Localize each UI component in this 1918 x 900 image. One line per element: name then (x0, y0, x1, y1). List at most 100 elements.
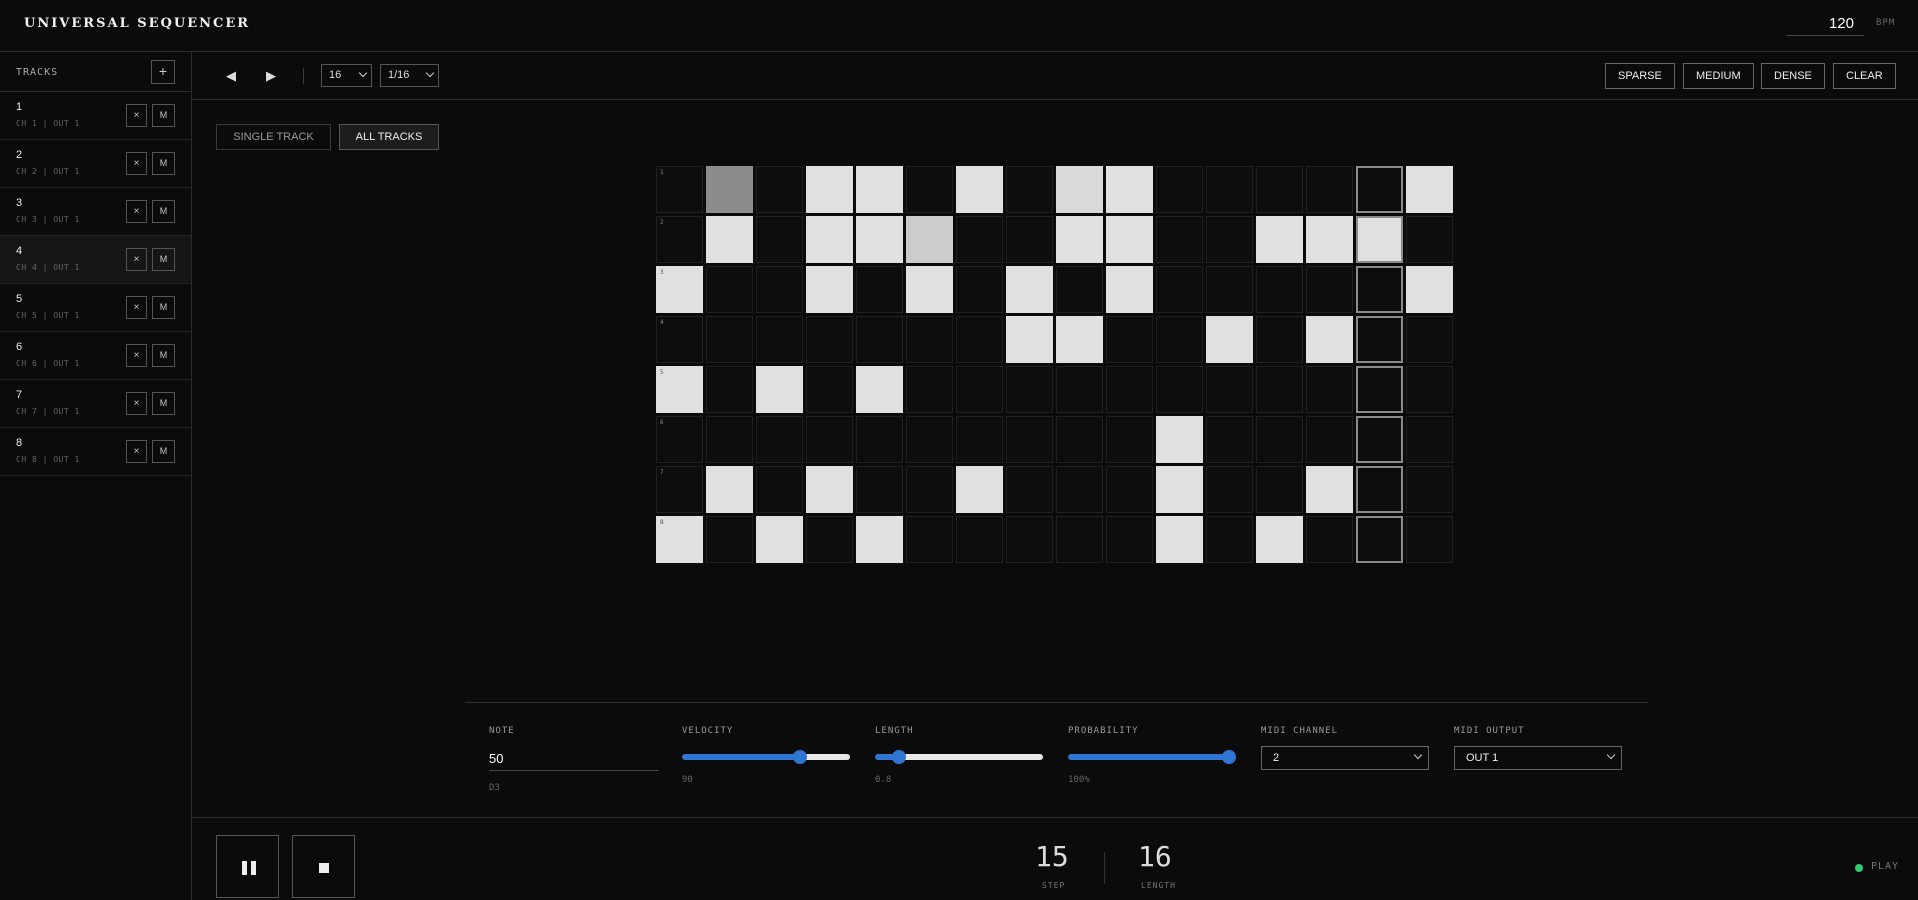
step-cell[interactable]: 1 (656, 166, 703, 213)
mute-track-button[interactable]: M (152, 200, 175, 223)
step-cell[interactable] (1256, 316, 1303, 363)
step-cell[interactable] (706, 466, 753, 513)
step-cell[interactable] (1406, 316, 1453, 363)
mute-track-button[interactable]: M (152, 104, 175, 127)
step-cell[interactable] (956, 316, 1003, 363)
step-cell[interactable] (956, 466, 1003, 513)
step-cell[interactable] (856, 366, 903, 413)
step-cell[interactable] (706, 516, 753, 563)
step-cell[interactable] (756, 166, 803, 213)
slider-thumb[interactable] (892, 750, 906, 764)
probability-slider[interactable] (1068, 750, 1236, 764)
step-cell[interactable] (1306, 216, 1353, 263)
step-cell[interactable] (1056, 316, 1103, 363)
step-cell[interactable] (1356, 266, 1403, 313)
step-cell[interactable] (1256, 266, 1303, 313)
step-cell[interactable] (1356, 466, 1403, 513)
step-cell[interactable] (906, 516, 953, 563)
step-cell[interactable] (1406, 216, 1453, 263)
step-cell[interactable] (856, 266, 903, 313)
step-cell[interactable] (806, 166, 853, 213)
step-cell[interactable] (1206, 466, 1253, 513)
add-track-button[interactable]: + (151, 60, 175, 84)
track-row[interactable]: 1 CH 1 | OUT 1 × M (0, 92, 191, 140)
step-cell[interactable] (1356, 366, 1403, 413)
step-cell[interactable] (1406, 516, 1453, 563)
prev-step-button[interactable]: ◀ (221, 66, 241, 86)
step-cell[interactable]: 6 (656, 416, 703, 463)
step-cell[interactable] (1206, 166, 1253, 213)
step-cell[interactable] (706, 366, 753, 413)
step-cell[interactable] (756, 416, 803, 463)
step-cell[interactable] (906, 216, 953, 263)
mute-track-button[interactable]: M (152, 344, 175, 367)
delete-track-button[interactable]: × (126, 392, 147, 415)
step-cell[interactable] (1106, 366, 1153, 413)
delete-track-button[interactable]: × (126, 248, 147, 271)
step-cell[interactable] (856, 316, 903, 363)
step-cell[interactable] (1056, 466, 1103, 513)
step-cell[interactable] (856, 166, 903, 213)
step-cell[interactable] (1056, 216, 1103, 263)
step-cell[interactable] (1356, 216, 1403, 263)
slider-thumb[interactable] (793, 750, 807, 764)
step-cell[interactable] (806, 366, 853, 413)
delete-track-button[interactable]: × (126, 200, 147, 223)
step-cell[interactable] (856, 466, 903, 513)
step-cell[interactable]: 2 (656, 216, 703, 263)
delete-track-button[interactable]: × (126, 104, 147, 127)
step-cell[interactable] (1156, 316, 1203, 363)
track-row[interactable]: 8 CH 8 | OUT 1 × M (0, 428, 191, 476)
step-cell[interactable] (756, 316, 803, 363)
step-cell[interactable] (906, 466, 953, 513)
step-cell[interactable]: 7 (656, 466, 703, 513)
step-cell[interactable]: 5 (656, 366, 703, 413)
step-cell[interactable] (1406, 166, 1453, 213)
mute-track-button[interactable]: M (152, 248, 175, 271)
step-cell[interactable] (1356, 416, 1403, 463)
length-slider[interactable] (875, 750, 1043, 764)
mute-track-button[interactable]: M (152, 152, 175, 175)
delete-track-button[interactable]: × (126, 296, 147, 319)
step-cell[interactable] (1306, 416, 1353, 463)
step-cell[interactable] (856, 516, 903, 563)
step-cell[interactable] (706, 166, 753, 213)
step-cell[interactable] (906, 166, 953, 213)
step-cell[interactable] (806, 416, 853, 463)
step-cell[interactable] (806, 316, 853, 363)
step-cell[interactable] (1106, 216, 1153, 263)
step-cell[interactable] (806, 266, 853, 313)
mute-track-button[interactable]: M (152, 296, 175, 319)
step-cell[interactable] (1406, 416, 1453, 463)
step-cell[interactable] (1156, 266, 1203, 313)
step-cell[interactable] (1256, 516, 1303, 563)
step-cell[interactable] (1056, 266, 1103, 313)
all-tracks-view-button[interactable]: ALL TRACKS (339, 124, 439, 150)
step-cell[interactable] (1206, 266, 1253, 313)
mute-track-button[interactable]: M (152, 392, 175, 415)
stop-button[interactable] (292, 835, 355, 898)
step-cell[interactable] (1006, 366, 1053, 413)
step-cell[interactable] (956, 266, 1003, 313)
step-cell[interactable] (1156, 416, 1203, 463)
step-cell[interactable] (1006, 416, 1053, 463)
step-cell[interactable] (706, 266, 753, 313)
step-cell[interactable]: 4 (656, 316, 703, 363)
bpm-input[interactable] (1786, 12, 1864, 36)
step-cell[interactable] (956, 216, 1003, 263)
step-cell[interactable] (1106, 466, 1153, 513)
delete-track-button[interactable]: × (126, 344, 147, 367)
step-cell[interactable] (1306, 266, 1353, 313)
track-row[interactable]: 6 CH 6 | OUT 1 × M (0, 332, 191, 380)
step-cell[interactable] (1356, 166, 1403, 213)
step-cell[interactable] (1106, 266, 1153, 313)
midi-channel-select[interactable]: 2 (1261, 746, 1429, 770)
step-cell[interactable] (1006, 266, 1053, 313)
step-cell[interactable] (1256, 466, 1303, 513)
track-row[interactable]: 4 CH 4 | OUT 1 × M (0, 236, 191, 284)
step-cell[interactable] (1006, 516, 1053, 563)
step-cell[interactable] (1056, 416, 1103, 463)
step-cell[interactable] (756, 216, 803, 263)
step-cell[interactable] (1356, 316, 1403, 363)
preset-sparse-button[interactable]: SPARSE (1605, 63, 1675, 89)
